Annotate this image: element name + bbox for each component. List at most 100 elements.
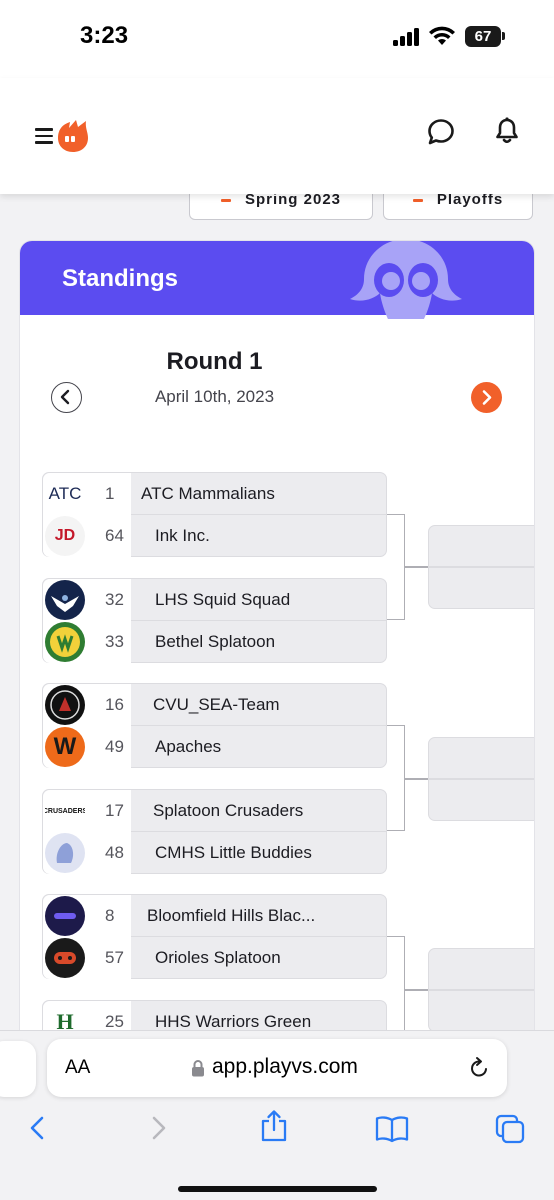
- team-slot[interactable]: 48 CMHS Little Buddies: [43, 832, 386, 874]
- previous-tab-preview[interactable]: [0, 1041, 36, 1097]
- team-slot[interactable]: ATC 1 ATC Mammalians: [43, 473, 386, 515]
- team-logo: [45, 622, 85, 662]
- bracket-match[interactable]: 8 Bloomfield Hills Blac... 57 Orioles Sp…: [42, 894, 387, 979]
- team-seed: 16: [105, 695, 124, 714]
- forward-icon[interactable]: [146, 1113, 170, 1143]
- team-slot[interactable]: 57 Orioles Splatoon: [43, 937, 386, 979]
- seed-cell: 48: [43, 832, 131, 874]
- tabs-icon[interactable]: [494, 1113, 526, 1145]
- cmhs-logo-icon: [56, 843, 74, 863]
- team-name: Apaches: [155, 737, 222, 756]
- status-bar: 3:23 67: [0, 0, 554, 78]
- bethel-logo-icon: [50, 627, 80, 657]
- app-header: [0, 78, 554, 194]
- next-round-button[interactable]: [471, 382, 502, 413]
- back-icon[interactable]: [26, 1113, 50, 1143]
- bracket-match[interactable]: CRUSADERS 17 Splatoon Crusaders 48 CMHS …: [42, 789, 387, 874]
- bracket-connector: [404, 566, 430, 568]
- team-slot[interactable]: 8 Bloomfield Hills Blac...: [43, 895, 386, 937]
- seed-cell: W 49: [43, 726, 131, 768]
- team-name: LHS Squid Squad: [155, 590, 291, 609]
- next-round-slot: [428, 779, 534, 821]
- team-logo: [45, 685, 85, 725]
- team-slot[interactable]: 33 Bethel Splatoon: [43, 621, 386, 663]
- team-seed: 64: [105, 526, 124, 545]
- team-seed: 17: [105, 801, 124, 820]
- wifi-icon: [429, 26, 455, 45]
- team-seed: 25: [105, 1012, 124, 1031]
- seed-cell: ATC 1: [43, 473, 131, 515]
- team-logo: W: [45, 727, 85, 767]
- bracket-connector: [404, 989, 430, 991]
- address-bar[interactable]: AA app.playvs.com: [47, 1039, 507, 1097]
- team-seed: 57: [105, 948, 124, 967]
- lock-icon: [192, 1060, 204, 1077]
- bell-icon[interactable]: [494, 117, 520, 145]
- team-name: Splatoon Crusaders: [153, 801, 304, 820]
- next-round-slot: [428, 990, 534, 1032]
- next-round-slot: [428, 525, 534, 567]
- team-name: ATC Mammalians: [141, 484, 275, 503]
- seed-cell: 16: [43, 684, 131, 726]
- team-name: CMHS Little Buddies: [155, 843, 312, 862]
- team-slot[interactable]: 32 LHS Squid Squad: [43, 579, 386, 621]
- share-icon[interactable]: [259, 1109, 289, 1143]
- bracket-connector: [404, 778, 430, 780]
- gamepad-logo-icon: [54, 952, 76, 964]
- home-indicator: [178, 1186, 377, 1192]
- seed-cell: JD 64: [43, 515, 131, 557]
- team-logo: [45, 896, 85, 936]
- team-seed: 49: [105, 737, 124, 756]
- next-round-slot: [428, 737, 534, 779]
- team-slot[interactable]: W 49 Apaches: [43, 726, 386, 768]
- team-name: CVU_SEA-Team: [153, 695, 280, 714]
- status-time: 3:23: [80, 22, 129, 49]
- next-round-slot: [428, 567, 534, 609]
- team-name: Orioles Splatoon: [155, 948, 281, 967]
- bracket-match[interactable]: ATC 1 ATC Mammalians JD 64 Ink Inc.: [42, 472, 387, 557]
- team-slot[interactable]: CRUSADERS 17 Splatoon Crusaders: [43, 790, 386, 832]
- round-title: Round 1: [166, 348, 263, 375]
- team-logo: [45, 833, 85, 873]
- seed-cell: 33: [43, 621, 131, 663]
- seed-cell: 32: [43, 579, 131, 621]
- bracket-match[interactable]: 16 CVU_SEA-Team W 49 Apaches: [42, 683, 387, 768]
- team-logo: [45, 938, 85, 978]
- team-name: Ink Inc.: [155, 526, 210, 545]
- chevron-right-icon: [482, 390, 492, 405]
- playvs-logo-icon[interactable]: [54, 116, 90, 154]
- previous-round-button[interactable]: [51, 382, 82, 413]
- chat-icon[interactable]: [427, 118, 455, 146]
- battery-cap: [502, 32, 505, 40]
- seed-cell: 8: [43, 895, 131, 937]
- team-slot[interactable]: JD 64 Ink Inc.: [43, 515, 386, 557]
- filter-indicator-icon: [412, 199, 423, 202]
- battery-indicator: 67: [465, 26, 501, 47]
- seed-cell: CRUSADERS 17: [43, 790, 131, 832]
- team-logo: ATC: [45, 474, 85, 514]
- team-seed: 32: [105, 590, 124, 609]
- bookmarks-icon[interactable]: [375, 1115, 409, 1143]
- bracket-match[interactable]: 32 LHS Squid Squad 33 Bethel Splatoon: [42, 578, 387, 663]
- next-round-slot: [428, 948, 534, 990]
- team-seed: 33: [105, 632, 124, 651]
- eagle-logo-icon: [51, 595, 79, 612]
- filter-indicator-icon: [220, 199, 231, 202]
- team-logo: CRUSADERS: [45, 791, 85, 831]
- cellular-signal-icon: [393, 28, 419, 46]
- team-name: Bethel Splatoon: [155, 632, 276, 651]
- team-seed: 8: [105, 906, 115, 925]
- seed-cell: 57: [43, 937, 131, 979]
- standings-card: Standings Round 1 April 10th, 2023 ATC 1…: [20, 241, 534, 1061]
- cvu-logo-icon: [50, 690, 80, 720]
- reload-icon[interactable]: [467, 1056, 491, 1080]
- bracket-connector: [387, 725, 405, 831]
- team-name: Bloomfield Hills Blac...: [147, 906, 316, 925]
- hamburger-menu-icon[interactable]: [35, 128, 53, 144]
- team-seed: 1: [105, 484, 115, 503]
- url-text: app.playvs.com: [212, 1055, 358, 1078]
- team-slot[interactable]: 16 CVU_SEA-Team: [43, 684, 386, 726]
- text-size-button[interactable]: AA: [65, 1057, 90, 1079]
- standings-banner: Standings: [20, 241, 534, 319]
- bloomfield-logo-icon: [54, 913, 76, 919]
